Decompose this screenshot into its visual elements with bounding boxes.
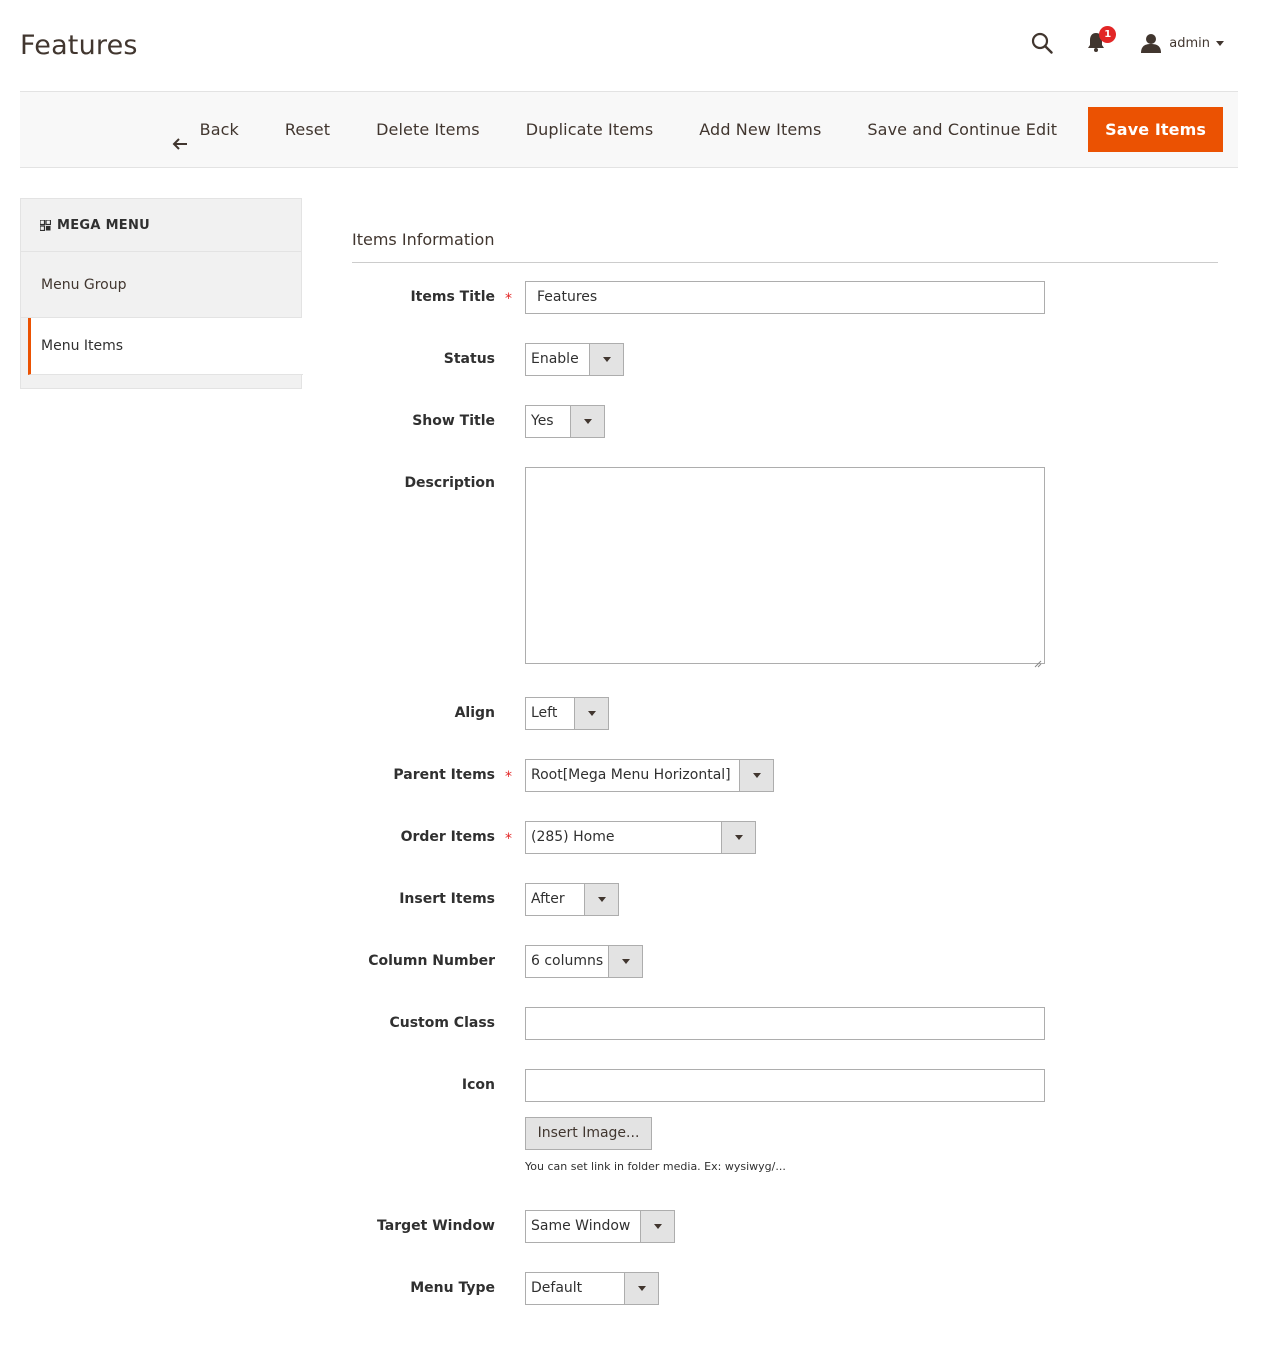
icon-label: Icon (461, 1077, 495, 1093)
insert-items-select[interactable]: After (525, 883, 619, 916)
column-number-label: Column Number (368, 953, 495, 969)
description-label: Description (404, 475, 495, 491)
chevron-down-icon (624, 1273, 658, 1304)
sidebar-title-label: MEGA MENU (57, 217, 151, 233)
user-name: admin (1169, 35, 1210, 51)
column-number-select[interactable]: 6 columns (525, 945, 643, 978)
delete-items-button[interactable]: Delete Items (353, 107, 503, 152)
order-items-label: Order Items (400, 829, 495, 845)
notification-count-badge: 1 (1099, 26, 1117, 43)
show-title-label: Show Title (412, 413, 495, 429)
user-menu[interactable]: admin (1141, 33, 1224, 53)
back-button-label: Back (199, 120, 239, 139)
menu-type-label: Menu Type (410, 1280, 495, 1296)
chevron-down-icon (721, 822, 755, 853)
description-textarea[interactable] (525, 467, 1045, 668)
chevron-down-icon (640, 1211, 674, 1242)
align-label: Align (454, 705, 495, 721)
resize-handle-icon[interactable] (1034, 653, 1042, 668)
custom-class-label: Custom Class (389, 1015, 495, 1031)
page-title: Features (20, 30, 138, 61)
search-icon[interactable] (1031, 32, 1053, 54)
order-items-value: (285) Home (531, 829, 615, 845)
parent-items-label: Parent Items (393, 767, 495, 783)
save-and-continue-button[interactable]: Save and Continue Edit (844, 107, 1080, 152)
user-icon (1141, 33, 1162, 53)
add-new-items-button[interactable]: Add New Items (676, 107, 844, 152)
insert-image-button[interactable]: Insert Image... (525, 1117, 652, 1150)
status-select[interactable]: Enable (525, 343, 624, 376)
sidebar-item-menu-items[interactable]: Menu Items (28, 318, 303, 375)
chevron-down-icon (1216, 40, 1224, 46)
back-button[interactable]: Back (149, 107, 262, 152)
chevron-down-icon (739, 760, 773, 791)
section-title: Items Information (352, 230, 495, 249)
required-asterisk: * (505, 769, 512, 785)
items-title-input[interactable]: Features (525, 281, 1045, 314)
chevron-down-icon (574, 698, 608, 729)
notifications-bell-icon[interactable]: 1 (1087, 26, 1117, 54)
chevron-down-icon (589, 344, 623, 375)
icon-input[interactable] (525, 1069, 1045, 1102)
align-value: Left (531, 705, 558, 721)
icon-field-note: You can set link in folder media. Ex: wy… (525, 1160, 786, 1173)
required-asterisk: * (505, 291, 512, 307)
column-number-value: 6 columns (531, 953, 604, 969)
grid-icon (39, 218, 52, 231)
custom-class-input[interactable] (525, 1007, 1045, 1040)
reset-button[interactable]: Reset (262, 107, 353, 152)
status-label: Status (443, 351, 495, 367)
header-actions: 1 admin (1031, 26, 1224, 56)
sidebar-title: MEGA MENU (21, 199, 301, 252)
mega-menu-sidebar: MEGA MENU Menu Group Menu Items (20, 198, 303, 389)
menu-type-select[interactable]: Default (525, 1272, 659, 1305)
chevron-down-icon (570, 406, 604, 437)
chevron-down-icon (608, 946, 642, 977)
required-asterisk: * (505, 831, 512, 847)
target-window-value: Same Window (531, 1218, 631, 1234)
show-title-value: Yes (531, 413, 554, 429)
parent-items-select[interactable]: Root[Mega Menu Horizontal] (525, 759, 774, 792)
insert-items-value: After (531, 891, 565, 907)
target-window-select[interactable]: Same Window (525, 1210, 675, 1243)
sidebar-item-menu-group[interactable]: Menu Group (21, 252, 301, 318)
align-select[interactable]: Left (525, 697, 609, 730)
items-title-label: Items Title (410, 289, 495, 305)
section-divider (352, 262, 1218, 263)
page-actions-toolbar: Back Reset Delete Items Duplicate Items … (20, 91, 1238, 168)
status-value: Enable (531, 351, 579, 367)
arrow-left-icon (172, 123, 188, 150)
chevron-down-icon (584, 884, 618, 915)
parent-items-value: Root[Mega Menu Horizontal] (531, 767, 731, 783)
order-items-select[interactable]: (285) Home (525, 821, 756, 854)
duplicate-items-button[interactable]: Duplicate Items (503, 107, 677, 152)
target-window-label: Target Window (377, 1218, 495, 1234)
menu-type-value: Default (531, 1280, 583, 1296)
insert-items-label: Insert Items (399, 891, 495, 907)
save-items-button[interactable]: Save Items (1088, 107, 1223, 152)
show-title-select[interactable]: Yes (525, 405, 605, 438)
